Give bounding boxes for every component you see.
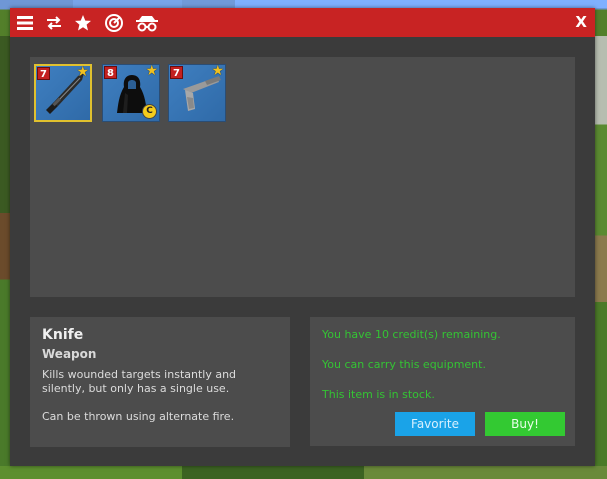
carry-status: You can carry this equipment. bbox=[322, 358, 486, 371]
item-name: Knife bbox=[42, 327, 84, 343]
buy-button[interactable]: Buy! bbox=[485, 412, 565, 436]
radar-icon[interactable] bbox=[102, 11, 126, 35]
item-type: Weapon bbox=[42, 347, 97, 361]
titlebar: X bbox=[10, 8, 595, 37]
background-bottom-strip bbox=[0, 466, 607, 479]
sky-strip bbox=[235, 0, 607, 8]
item-description-panel: Knife Weapon Kills wounded targets insta… bbox=[30, 317, 290, 447]
item-description: Kills wounded targets instantly and sile… bbox=[42, 368, 237, 395]
item-silenced-pistol[interactable]: 7 ★ bbox=[168, 64, 226, 122]
cost-badge: 8 bbox=[104, 66, 117, 79]
menu-icon[interactable] bbox=[13, 11, 37, 35]
custom-item-badge: C bbox=[142, 104, 157, 119]
swap-icon[interactable] bbox=[42, 11, 66, 35]
purchase-status-panel: You have 10 credit(s) remaining. You can… bbox=[310, 317, 575, 446]
equipment-grid: 7 ★ 8 ★ C 7 ★ bbox=[30, 57, 575, 297]
item-description-extra: Can be thrown using alternate fire. bbox=[42, 410, 235, 423]
favorite-star-icon: ★ bbox=[76, 64, 89, 80]
star-icon[interactable] bbox=[71, 11, 95, 35]
credits-status: You have 10 credit(s) remaining. bbox=[322, 328, 501, 341]
cost-badge: 7 bbox=[37, 67, 50, 80]
favorite-star-icon: ★ bbox=[211, 63, 224, 79]
item-cloak[interactable]: 8 ★ C bbox=[102, 64, 160, 122]
favorite-button[interactable]: Favorite bbox=[395, 412, 475, 436]
stock-status: This item is in stock. bbox=[322, 388, 435, 401]
close-button[interactable]: X bbox=[575, 13, 587, 31]
equipment-shop-window: X 7 ★ 8 ★ C 7 ★ Knife Weapon Kills wound… bbox=[10, 8, 595, 466]
disguise-icon[interactable] bbox=[133, 11, 161, 35]
favorite-star-icon: ★ bbox=[145, 63, 158, 79]
item-knife[interactable]: 7 ★ bbox=[34, 64, 92, 122]
cost-badge: 7 bbox=[170, 66, 183, 79]
